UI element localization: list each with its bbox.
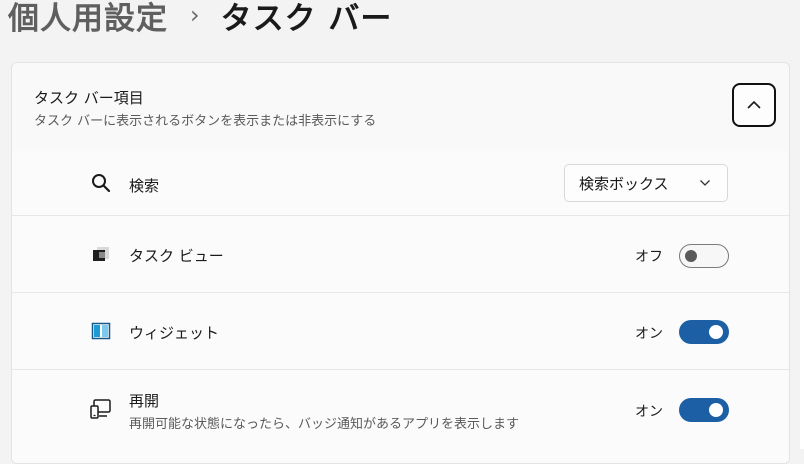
resume-description: 再開可能な状態になったら、バッジ通知があるアプリを表示します <box>129 417 520 432</box>
search-label: 検索 <box>129 177 160 195</box>
widgets-state: オン <box>635 326 663 342</box>
toggle-knob <box>709 403 723 417</box>
right-edge-strip <box>800 0 804 449</box>
widgets-label: ウィジェット <box>129 324 220 342</box>
widgets-row: ウィジェット オン <box>12 293 789 370</box>
resume-state: オン <box>635 404 663 420</box>
search-row: 検索 検索ボックス <box>12 151 789 216</box>
widgets-toggle[interactable] <box>679 320 729 344</box>
task-view-toggle[interactable] <box>679 244 729 268</box>
task-view-label: タスク ビュー <box>129 247 224 265</box>
taskbar-items-header[interactable]: タスク バー項目 タスク バーに表示されるボタンを表示または非表示にする <box>12 63 789 152</box>
section-subtitle: タスク バーに表示されるボタンを表示または非表示にする <box>34 114 377 129</box>
search-mode-dropdown[interactable]: 検索ボックス <box>564 164 728 202</box>
resume-toggle[interactable] <box>679 398 729 422</box>
breadcrumb: 個人用設定 › タスク バー <box>8 0 392 39</box>
resume-label: 再開 <box>129 392 160 410</box>
collapse-button[interactable] <box>732 83 776 127</box>
task-view-icon <box>90 243 112 265</box>
toggle-knob <box>709 325 723 339</box>
task-view-state: オフ <box>635 249 663 265</box>
resume-row: 再開 再開可能な状態になったら、バッジ通知があるアプリを表示します オン <box>12 370 789 463</box>
chevron-down-icon <box>699 179 711 187</box>
widgets-icon <box>90 320 112 342</box>
task-view-row: タスク ビュー オフ <box>12 216 789 293</box>
breadcrumb-current: タスク バー <box>220 0 393 37</box>
resume-icon <box>90 398 112 420</box>
taskbar-items-panel: タスク バー項目 タスク バーに表示されるボタンを表示または非表示にする 検索 … <box>11 62 790 464</box>
section-title: タスク バー項目 <box>34 89 144 107</box>
breadcrumb-separator-icon: › <box>190 1 201 29</box>
toggle-knob <box>685 250 697 262</box>
breadcrumb-parent[interactable]: 個人用設定 <box>8 0 168 38</box>
search-mode-value: 検索ボックス <box>579 174 669 193</box>
chevron-up-icon <box>747 100 761 109</box>
search-icon <box>90 172 112 194</box>
